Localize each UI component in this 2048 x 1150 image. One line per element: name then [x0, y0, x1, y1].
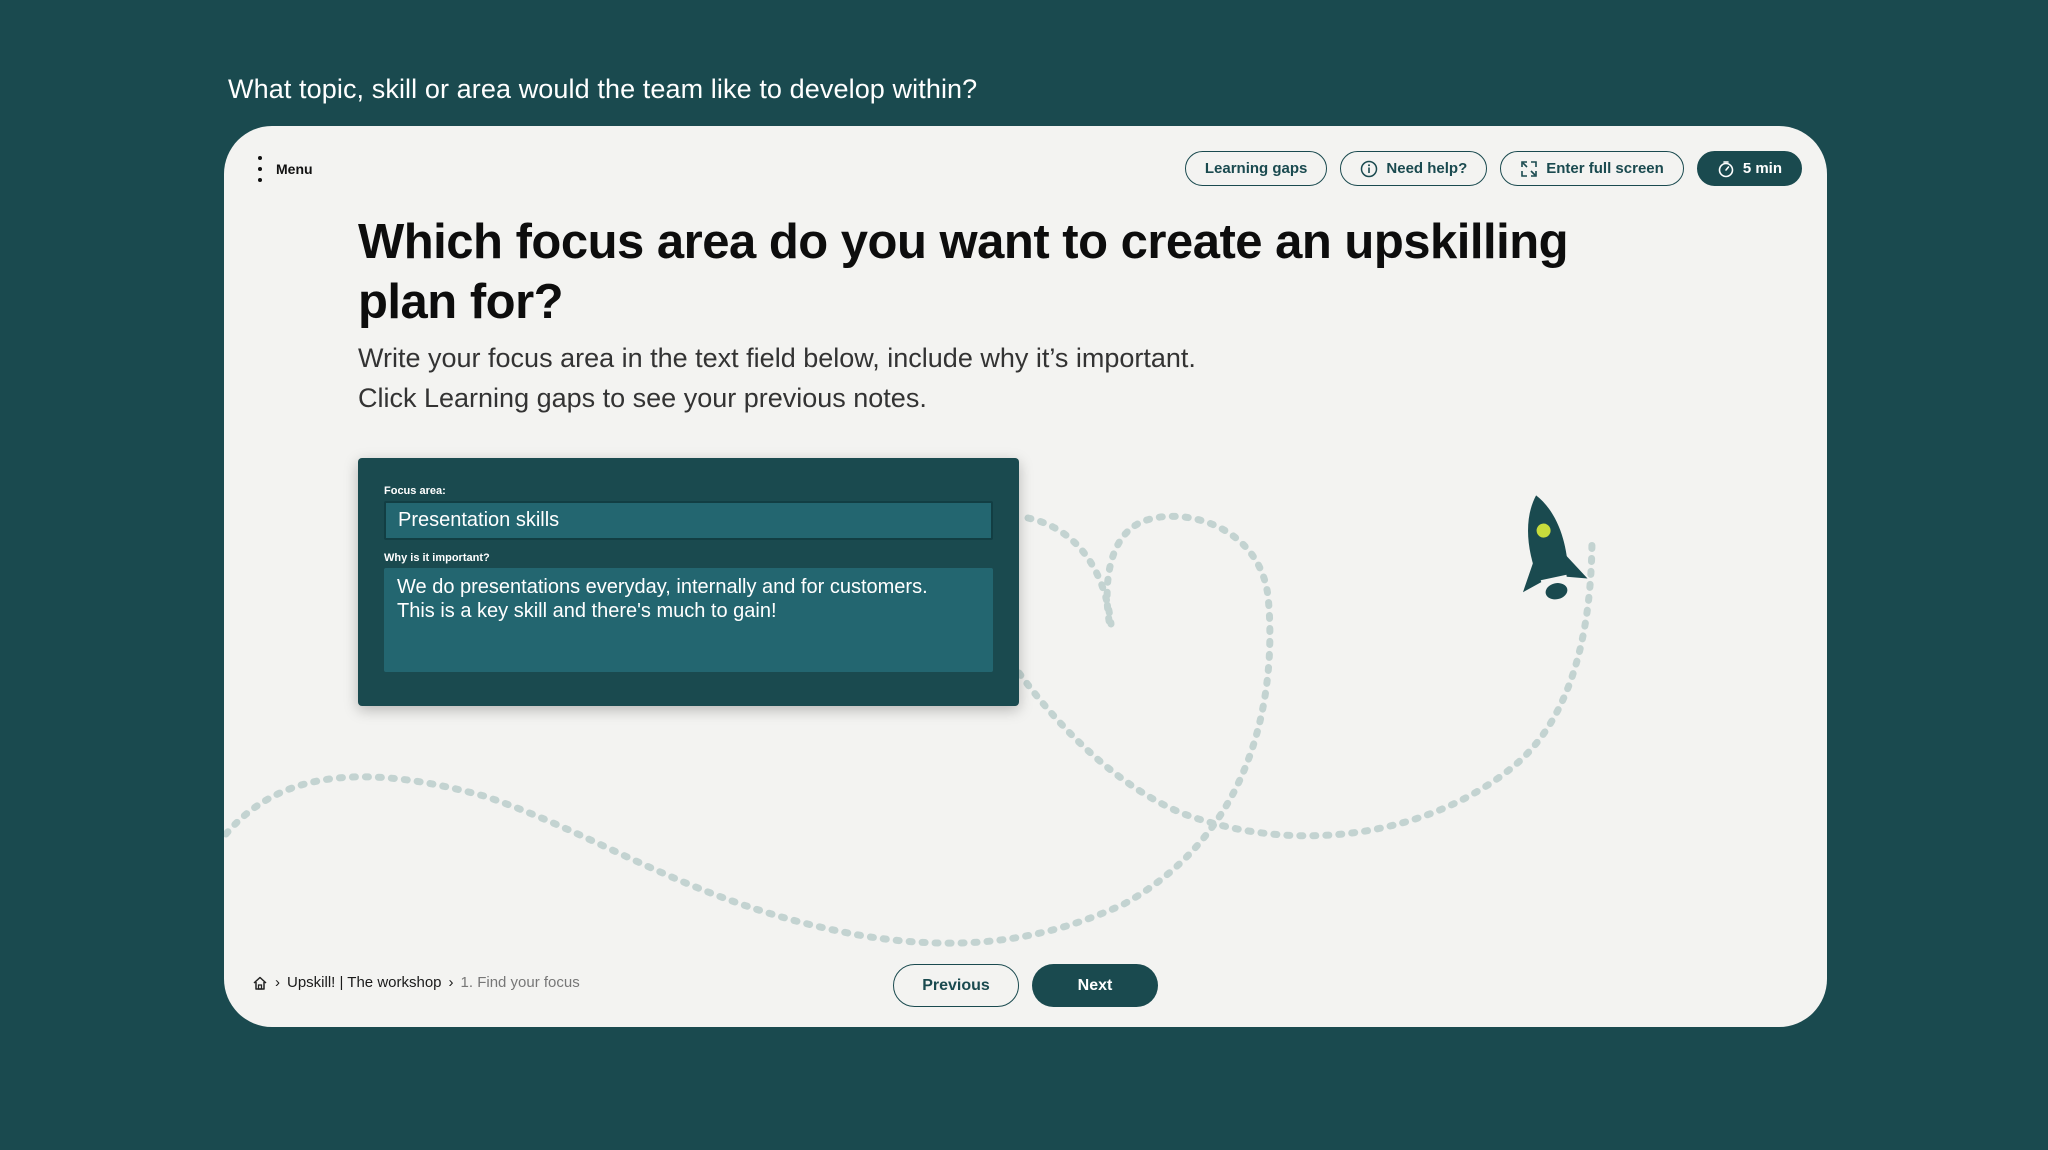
full-screen-button[interactable]: Enter full screen: [1500, 151, 1684, 186]
chevron-right-icon: ›: [448, 974, 454, 991]
home-icon[interactable]: [252, 975, 268, 991]
timer-button[interactable]: 5 min: [1696, 151, 1802, 186]
need-help-button[interactable]: Need help?: [1340, 151, 1488, 186]
page-caption: What topic, skill or area would the team…: [228, 74, 978, 104]
menu-label: Menu: [276, 161, 313, 177]
learning-gaps-button[interactable]: Learning gaps: [1184, 151, 1328, 186]
timer-label: 5 min: [1742, 160, 1782, 177]
info-icon: [1361, 160, 1378, 177]
previous-button[interactable]: Previous: [893, 964, 1019, 1007]
focus-area-value: Presentation skills: [398, 509, 560, 531]
focus-area-input[interactable]: Presentation skills: [384, 501, 993, 540]
focus-form-panel: Focus area: Presentation skills Why is i…: [358, 458, 1019, 706]
breadcrumb-current: 1. Find your focus: [460, 974, 580, 991]
slide-card: Menu Learning gaps Need help? Enter full…: [224, 126, 1827, 1027]
why-important-label: Why is it important?: [384, 552, 490, 564]
stopwatch-icon: [1718, 160, 1734, 177]
full-screen-label: Enter full screen: [1546, 160, 1664, 177]
instructions-line-2: Click Learning gaps to see your previous…: [358, 383, 927, 413]
why-important-textarea[interactable]: We do presentations everyday, internally…: [384, 568, 993, 672]
chevron-right-icon: ›: [275, 974, 280, 991]
rocket-illustration: [1522, 495, 1588, 600]
page-title: Which focus area do you want to create a…: [358, 215, 1569, 329]
expand-icon: [1521, 160, 1538, 177]
kebab-menu-icon: [256, 154, 264, 184]
instructions: Write your focus area in the text field …: [358, 338, 1358, 418]
why-important-line-2: This is a key skill and there's much to …: [397, 600, 777, 622]
breadcrumb: › Upskill! | The workshop › 1. Find your…: [252, 974, 580, 991]
next-button[interactable]: Next: [1032, 964, 1158, 1007]
breadcrumb-workshop[interactable]: Upskill! | The workshop: [287, 974, 442, 991]
learning-gaps-label: Learning gaps: [1204, 160, 1308, 177]
focus-area-label: Focus area:: [384, 485, 446, 497]
top-toolbar: Learning gaps Need help? Enter full scre…: [1184, 151, 1802, 186]
need-help-label: Need help?: [1386, 160, 1468, 177]
why-important-line-1: We do presentations everyday, internally…: [397, 576, 928, 598]
menu-button[interactable]: Menu: [256, 154, 313, 184]
instructions-line-1: Write your focus area in the text field …: [358, 343, 1196, 373]
